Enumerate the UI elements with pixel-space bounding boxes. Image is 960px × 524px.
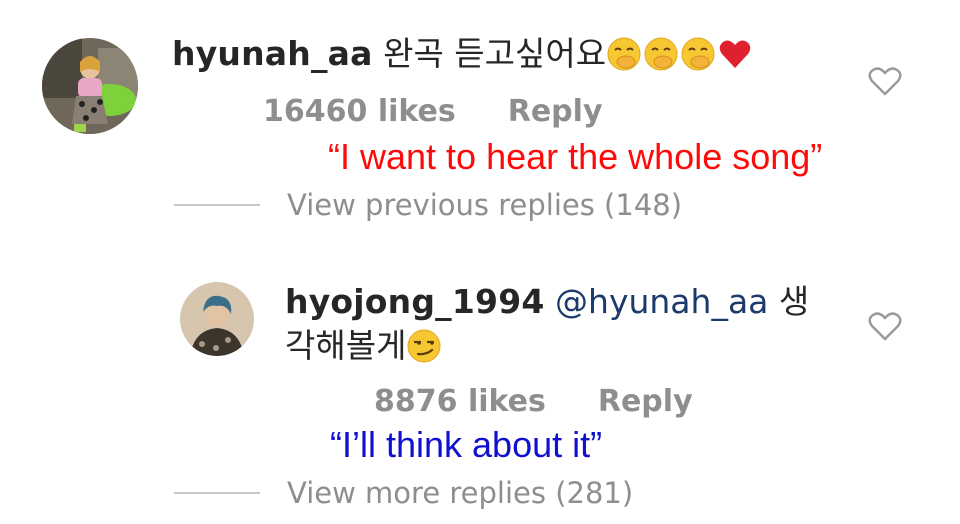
replies-divider xyxy=(174,492,260,494)
likes-count[interactable]: 16460 likes xyxy=(263,94,456,129)
avatar-hyunah[interactable] xyxy=(42,38,138,134)
face-with-hand-over-mouth-icon xyxy=(644,37,678,71)
comment-2-line-2: 각해볼게 xyxy=(285,326,443,366)
comment-2-text-1: 생 xyxy=(778,282,810,321)
reply-button[interactable]: Reply xyxy=(598,384,693,419)
comment-1-line: hyunah_aa 완곡 듣고싶어요 xyxy=(172,34,754,74)
mention-link[interactable]: @hyunah_aa xyxy=(555,282,768,321)
smirking-face-icon xyxy=(407,329,441,363)
username-hyunah[interactable]: hyunah_aa xyxy=(172,34,373,73)
replies-divider xyxy=(174,204,260,206)
red-heart-icon xyxy=(719,40,751,68)
comment-2-line-1: hyojong_1994 @hyunah_aa 생 xyxy=(285,282,809,322)
reply-button[interactable]: Reply xyxy=(508,94,603,129)
avatar-hyojong[interactable] xyxy=(180,282,254,356)
face-with-hand-over-mouth-icon xyxy=(607,37,641,71)
comment-1-text: 완곡 듣고싶어요 xyxy=(383,34,607,73)
comment-2-meta: 8876 likes Reply xyxy=(374,384,693,419)
likes-count[interactable]: 8876 likes xyxy=(374,384,546,419)
like-heart-icon[interactable] xyxy=(868,66,902,96)
translation-caption: “I want to hear the whole song” xyxy=(328,136,823,177)
like-heart-icon[interactable] xyxy=(868,311,902,341)
translation-caption: “I’ll think about it” xyxy=(330,424,603,465)
comment-2-text-2: 각해볼게 xyxy=(285,326,407,365)
view-previous-replies[interactable]: View previous replies (148) xyxy=(287,188,682,222)
view-more-replies[interactable]: View more replies (281) xyxy=(287,476,633,510)
face-with-hand-over-mouth-icon xyxy=(681,37,715,71)
comment-1-meta: 16460 likes Reply xyxy=(263,94,603,129)
username-hyojong[interactable]: hyojong_1994 xyxy=(285,282,545,321)
